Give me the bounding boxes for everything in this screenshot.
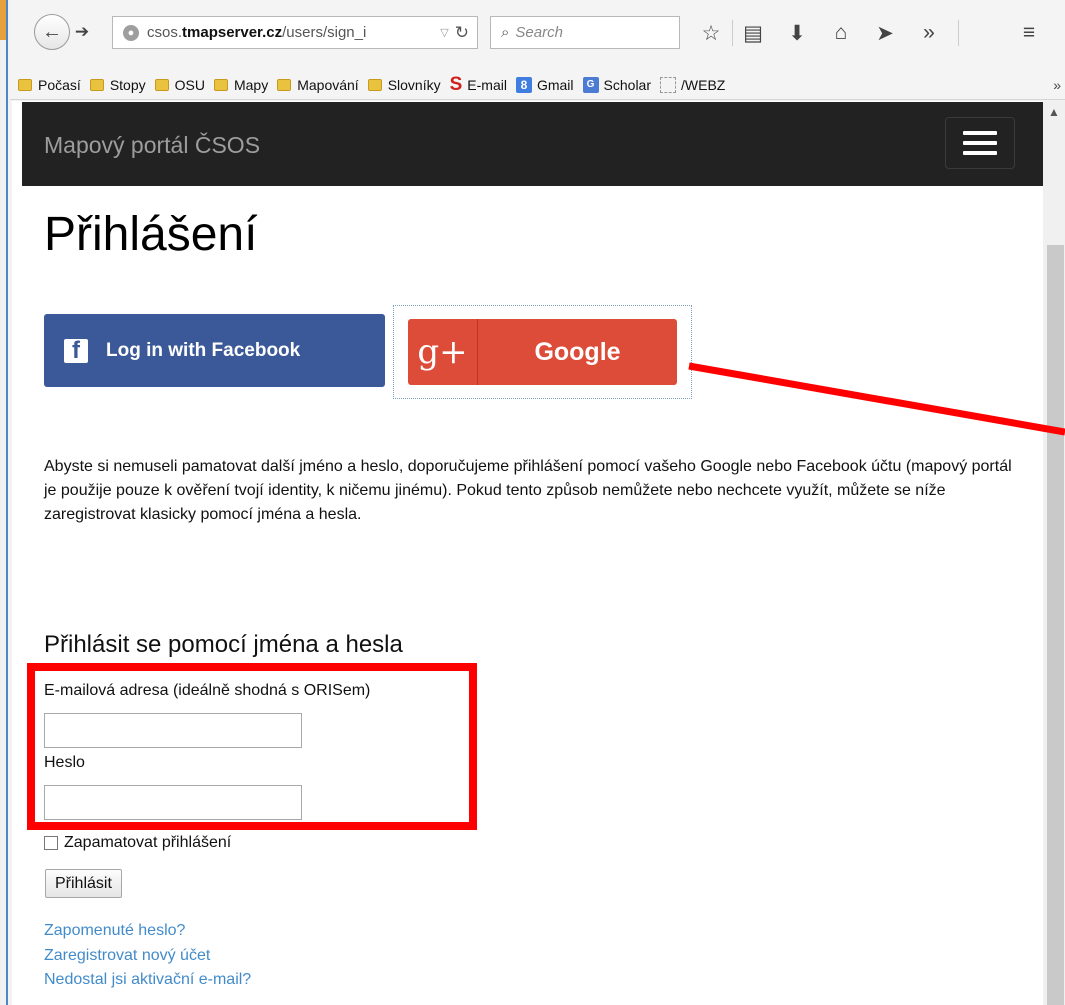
site-brand[interactable]: Mapový portál ČSOS (44, 132, 260, 159)
url-text: csos.tmapserver.cz/users/sign_i (147, 24, 434, 41)
bookmark-label: E-mail (467, 76, 507, 93)
search-placeholder: Search (515, 24, 563, 41)
reload-icon[interactable]: ↻ (455, 23, 469, 43)
annotation-highlight-box (27, 663, 477, 830)
folder-icon (89, 78, 104, 91)
google-button-label: Google (534, 337, 621, 366)
register-link[interactable]: Zaregistrovat nový účet (44, 947, 210, 965)
arrow-right-icon: ➔ (74, 22, 90, 41)
url-prefix: csos. (147, 24, 183, 41)
home-icon[interactable]: ⌂ (826, 18, 856, 48)
folder-icon (213, 78, 228, 91)
send-icon[interactable]: ➤ (870, 18, 900, 48)
bookmarks-overflow-icon[interactable]: » (1053, 77, 1061, 93)
folder-icon (367, 78, 382, 91)
folder-icon (18, 78, 32, 91)
scroll-up-icon[interactable]: ▲ (1043, 101, 1065, 123)
search-bar[interactable]: ⌕ Search (490, 16, 680, 49)
bookmark-webz[interactable]: /WEBZ (660, 76, 726, 93)
overflow-chevron-icon[interactable]: » (914, 18, 944, 48)
bookmark-label: OSU (174, 76, 205, 93)
bookmark-scholar[interactable]: G Scholar (582, 76, 651, 93)
bookmark-label: Stopy (109, 76, 146, 93)
scholar-icon: G (582, 76, 599, 93)
blank-page-icon (660, 76, 676, 93)
site-navbar: Mapový portál ČSOS (22, 102, 1043, 186)
facebook-button-label: Log in with Facebook (106, 339, 301, 361)
resend-activation-link[interactable]: Nedostal jsi aktivační e-mail? (44, 971, 251, 989)
bookmark-osu[interactable]: OSU (154, 76, 205, 93)
forgot-password-link[interactable]: Zapomenuté heslo? (44, 922, 185, 940)
facebook-icon: f (64, 338, 88, 363)
bookmark-mapovani[interactable]: Mapování (277, 76, 359, 93)
search-icon: ⌕ (501, 24, 510, 41)
globe-icon: ● (123, 24, 139, 41)
bookmark-label: Mapování (297, 76, 359, 93)
google-plus-icon: g+ (408, 319, 478, 385)
google-g-icon: 8 (515, 76, 532, 93)
bookmark-email[interactable]: S E-mail (449, 73, 507, 95)
nav-buttons: ← ➔ (34, 14, 94, 50)
url-domain: tmapserver.cz (182, 24, 283, 41)
bookmark-label: Mapy (233, 76, 269, 93)
folder-icon (277, 78, 292, 91)
page-title: Přihlášení (44, 208, 258, 261)
page-viewport: Mapový portál ČSOS Přihlášení f Log in w… (12, 101, 1043, 1005)
window-edge (0, 0, 8, 1005)
bookmark-gmail[interactable]: 8 Gmail (515, 76, 574, 93)
forward-button[interactable]: ➔ (70, 17, 94, 47)
browser-toolbar: ← ➔ ● csos.tmapserver.cz/users/sign_i ▽ … (10, 0, 1065, 70)
bookmark-pocasi[interactable]: Počasí (18, 77, 81, 93)
bookmark-label: Slovníky (387, 76, 441, 93)
facebook-login-button[interactable]: f Log in with Facebook (44, 314, 385, 387)
window-edge-accent (0, 0, 6, 40)
menu-icon[interactable]: ≡ (1014, 18, 1044, 48)
bookmark-label: Scholar (603, 76, 651, 93)
remember-checkbox[interactable] (44, 836, 58, 850)
remember-me[interactable]: Zapamatovat přihlášení (44, 834, 231, 852)
hamburger-bar (963, 131, 997, 135)
seznam-s-icon: S (449, 73, 463, 95)
arrow-left-icon: ← (42, 20, 62, 43)
toolbar-separator (732, 20, 733, 46)
hamburger-menu-button[interactable] (945, 117, 1015, 169)
hamburger-bar (963, 151, 997, 155)
toolbar-separator (958, 20, 959, 46)
folder-icon (154, 78, 169, 91)
hamburger-bar (963, 141, 997, 145)
back-button[interactable]: ← (34, 14, 70, 50)
intro-text: Abyste si nemuseli pamatovat další jméno… (44, 458, 1012, 523)
remember-label: Zapamatovat přihlášení (64, 834, 232, 851)
url-path: /users/sign_i (282, 24, 367, 41)
reading-list-icon[interactable]: ▤ (738, 18, 768, 48)
bookmark-stopy[interactable]: Stopy (89, 76, 146, 93)
bookmark-label: /WEBZ (681, 76, 726, 93)
login-form-heading: Přihlásit se pomocí jména a hesla (44, 631, 403, 658)
bookmark-star-icon[interactable]: ☆ (696, 18, 726, 48)
login-button[interactable]: Přihlásit (45, 869, 122, 898)
bookmark-slovniky[interactable]: Slovníky (367, 76, 441, 93)
bookmark-label: Počasí (38, 76, 81, 93)
download-icon[interactable]: ⬇ (782, 18, 812, 48)
google-login-button[interactable]: g+ Google (408, 319, 677, 385)
bookmark-mapy[interactable]: Mapy (213, 76, 269, 93)
page-scrollbar[interactable]: ▲ (1043, 101, 1065, 1005)
url-bar[interactable]: ● csos.tmapserver.cz/users/sign_i ▽ ↻ (112, 16, 478, 49)
bookmarks-bar: Počasí Stopy OSU Mapy Mapování Slovníky … (10, 70, 1065, 100)
bookmark-label: Gmail (536, 76, 574, 93)
scroll-thumb[interactable] (1047, 245, 1064, 1005)
dropdown-triangle-icon[interactable]: ▽ (440, 26, 448, 39)
